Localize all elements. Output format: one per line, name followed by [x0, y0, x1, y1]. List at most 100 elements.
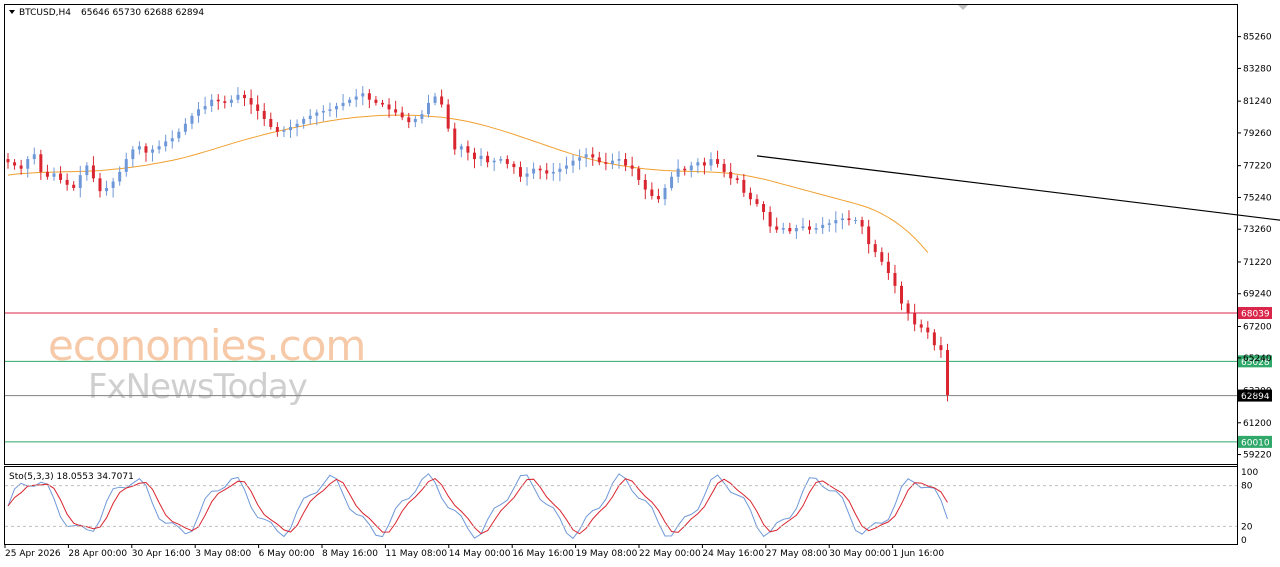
candle-body	[564, 165, 568, 169]
candle-body	[880, 252, 884, 262]
candle-body	[637, 168, 641, 180]
candle-body	[98, 178, 102, 192]
time-tick-label: 30 Apr 16:00	[132, 549, 191, 559]
stoch-level-label: 0	[1241, 536, 1247, 546]
price-tick-label: 79260	[1243, 129, 1272, 139]
price-axis: 85260 83280 81240 79260 77220 75240 73260 71220…	[1237, 33, 1272, 461]
candle-body	[131, 149, 135, 160]
candle-body	[867, 226, 871, 245]
price-tick-label: 65240	[1243, 354, 1272, 364]
candle-body	[775, 226, 779, 230]
price-tick-label: 71220	[1243, 258, 1272, 268]
candle-body	[814, 228, 818, 230]
candle-body	[236, 94, 240, 100]
candle-body	[420, 114, 424, 119]
price-tick-label: 75240	[1243, 193, 1272, 203]
symbol-label: BTCUSD,H4	[19, 8, 71, 18]
candle-body	[91, 165, 95, 179]
candle-body	[913, 313, 917, 325]
candle-body	[361, 93, 365, 97]
candle-body	[518, 167, 522, 177]
candle-body	[157, 146, 161, 150]
candle-body	[689, 165, 693, 171]
candle-body	[144, 146, 148, 153]
candle-body	[748, 192, 752, 200]
price-tick-label: 85260	[1243, 33, 1272, 43]
time-tick-label: 30 May 00:00	[829, 549, 891, 559]
level-price-60010: 60010	[1241, 438, 1270, 448]
candle-body	[584, 154, 588, 158]
time-tick-label: 8 May 16:00	[322, 549, 378, 559]
candle-body	[492, 160, 496, 163]
time-tick-label: 25 Apr 2026	[5, 549, 61, 559]
candle-body	[663, 187, 667, 200]
candle-body	[321, 110, 325, 113]
candle-body	[722, 163, 726, 172]
candle-body	[466, 146, 470, 153]
time-tick-label: 11 May 08:00	[385, 549, 447, 559]
candle-body	[118, 171, 122, 182]
candle-body	[624, 159, 628, 166]
candle-body	[499, 159, 503, 161]
price-tick-label: 59220	[1243, 451, 1272, 461]
candle-body	[610, 160, 614, 164]
candle-body	[249, 98, 253, 105]
candle-body	[190, 115, 194, 124]
candle-body	[932, 332, 936, 346]
candle-body	[394, 109, 398, 113]
stoch-level-label: 100	[1241, 468, 1258, 478]
candle-body	[13, 162, 17, 166]
candle-body	[840, 218, 844, 221]
candle-body	[597, 157, 601, 163]
watermark-fxnewstoday: FxNewsToday	[88, 367, 308, 407]
candle-body	[39, 154, 43, 172]
candle-body	[446, 104, 450, 129]
candle-body	[124, 159, 128, 172]
candle-body	[426, 102, 430, 115]
time-tick-label: 19 May 08:00	[576, 549, 638, 559]
candle-body	[886, 261, 890, 274]
candle-body	[111, 181, 115, 188]
candle-body	[630, 165, 634, 169]
candle-body	[367, 93, 371, 100]
stoch-level-label: 20	[1241, 522, 1253, 532]
candle-body	[525, 173, 529, 177]
time-tick-label: 24 May 16:00	[702, 549, 764, 559]
stochastic-pane[interactable]	[4, 466, 1238, 545]
candle-body	[52, 173, 56, 177]
time-tick-label: 22 May 00:00	[639, 549, 701, 559]
candle-body	[308, 115, 312, 119]
candle-body	[269, 118, 273, 127]
candle-body	[26, 159, 30, 169]
time-axis: 25 Apr 2026 28 Apr 00:00 30 Apr 16:00 3 May…	[4, 544, 945, 559]
candle-body	[210, 99, 214, 107]
candle-body	[834, 220, 838, 224]
candle-body	[512, 163, 516, 168]
candle-body	[32, 154, 36, 160]
candle-body	[735, 178, 739, 180]
candle-body	[472, 152, 476, 160]
candle-body	[354, 96, 358, 100]
candle-body	[380, 102, 384, 105]
candle-body	[768, 212, 772, 227]
candle-body	[551, 171, 555, 174]
candle-body	[808, 226, 812, 230]
candle-body	[946, 350, 950, 396]
candle-body	[164, 141, 168, 147]
candle-body	[151, 149, 155, 153]
candle-body	[781, 228, 785, 230]
candle-body	[919, 324, 923, 328]
candle-body	[45, 171, 49, 177]
candle-body	[893, 273, 897, 286]
candle-body	[926, 327, 930, 333]
candle-body	[755, 199, 759, 205]
candle-body	[348, 99, 352, 103]
stoch-level-label: 80	[1241, 482, 1253, 492]
candle-body	[788, 228, 792, 232]
watermark-economies: economies.com	[48, 321, 365, 370]
time-tick-label: 1 Jun 16:00	[893, 549, 945, 559]
level-price-68039: 68039	[1241, 310, 1270, 320]
candle-body	[243, 94, 247, 99]
price-chart: economies.com FxNewsToday 68039650286289…	[4, 4, 1280, 559]
candle-body	[939, 345, 943, 351]
